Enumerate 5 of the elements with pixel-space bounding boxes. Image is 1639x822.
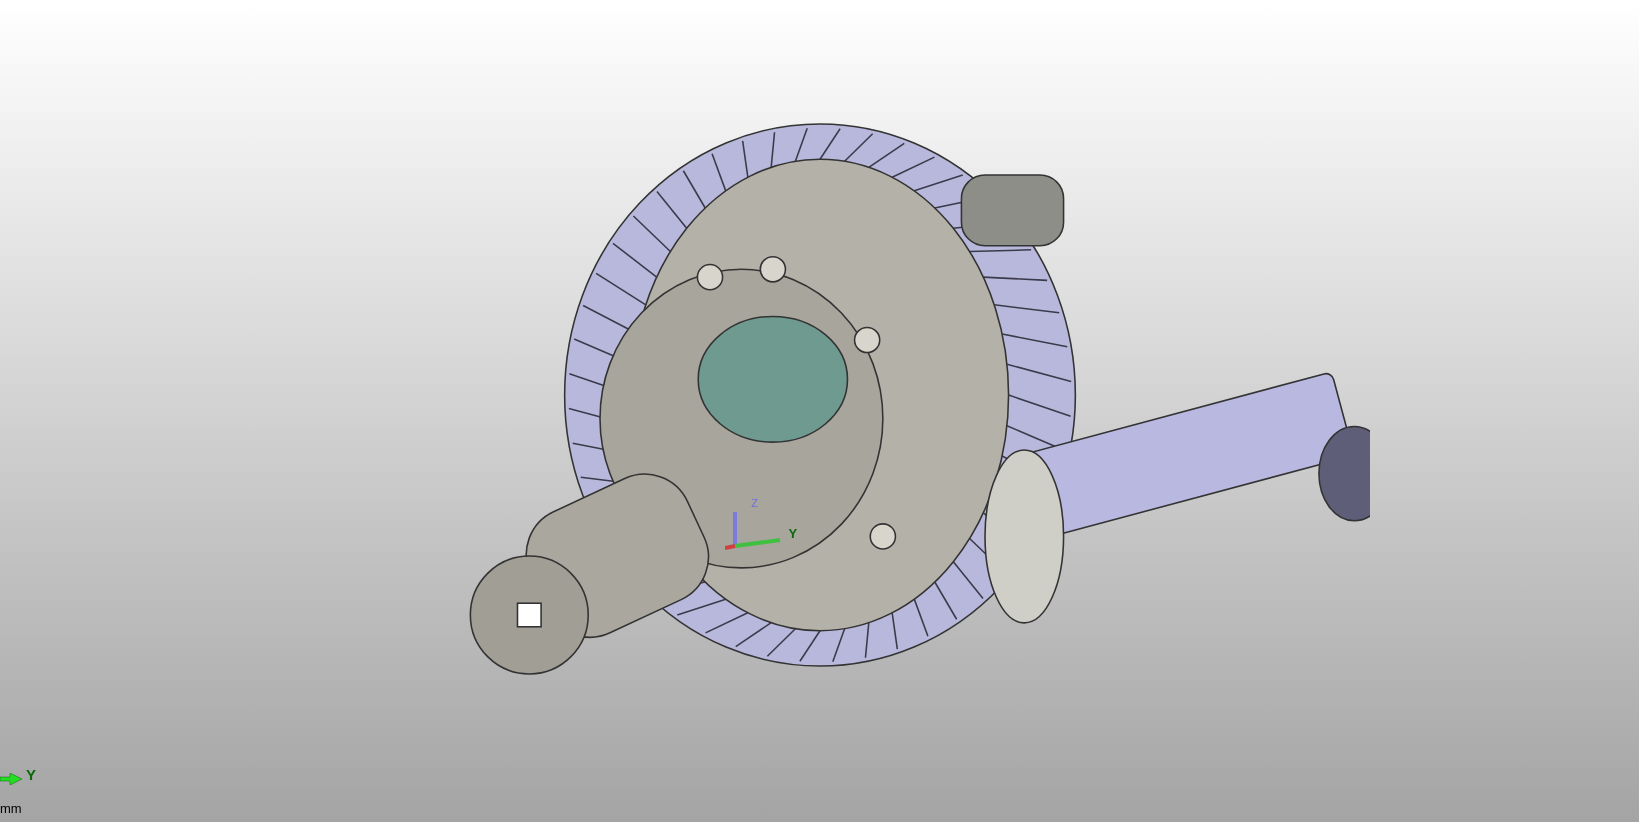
z-axis-label: Z (751, 496, 758, 511)
y-axis-label: Y (26, 765, 36, 785)
y-axis-label: Y (788, 525, 798, 543)
y-axis-arrow-icon (0, 773, 22, 786)
units-label: mm (0, 799, 22, 818)
